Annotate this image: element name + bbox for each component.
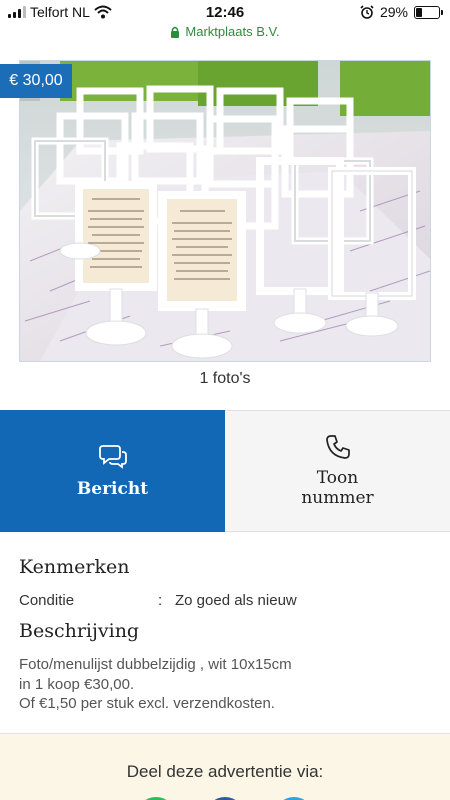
battery-percent: 29% [379,4,408,20]
property-separator: : [158,592,163,609]
status-right: 29% [360,4,443,20]
share-title: Deel deze advertentie via: [126,762,324,781]
show-number-label: Toon nummer [301,468,374,508]
price-badge: € 30,00 [0,64,72,98]
site-url: Marktplaats B.V. [185,24,280,39]
share-section: Deel deze advertentie via: [0,733,450,800]
description-line: Foto/menulijst dubbelzijdig , wit 10x15c… [19,656,292,673]
message-button-label: Bericht [76,479,149,499]
alarm-icon [360,5,374,19]
property-key: Conditie [19,592,75,609]
address-bar[interactable]: Marktplaats B.V. [0,24,450,39]
battery-icon [414,5,443,19]
message-button[interactable]: Bericht [0,410,225,532]
description-line: in 1 koop €30,00. [19,675,135,693]
description: Foto/menulijst dubbelzijdig , wit 10x15c… [19,655,292,714]
property-value: Zo goed als nieuw [175,592,297,609]
photo-frames-image [20,61,430,361]
kenmerken-heading: Kenmerken [19,556,130,578]
photo-count: 1 foto's [199,370,251,387]
contact-actions: Bericht Toon nummer [0,410,450,532]
show-number-button[interactable]: Toon nummer [225,410,450,532]
status-bar: Telfort NL 12:46 29% Marktplaats B.V. [0,0,450,48]
beschrijving-heading: Beschrijving [19,620,140,642]
description-line: Of €1,50 per stuk excl. verzendkosten. [19,695,275,712]
phone-icon [325,435,350,459]
battery-level [416,7,422,17]
lock-icon [171,26,180,38]
chat-bubbles-icon [98,445,127,469]
listing-photo[interactable] [19,60,431,362]
